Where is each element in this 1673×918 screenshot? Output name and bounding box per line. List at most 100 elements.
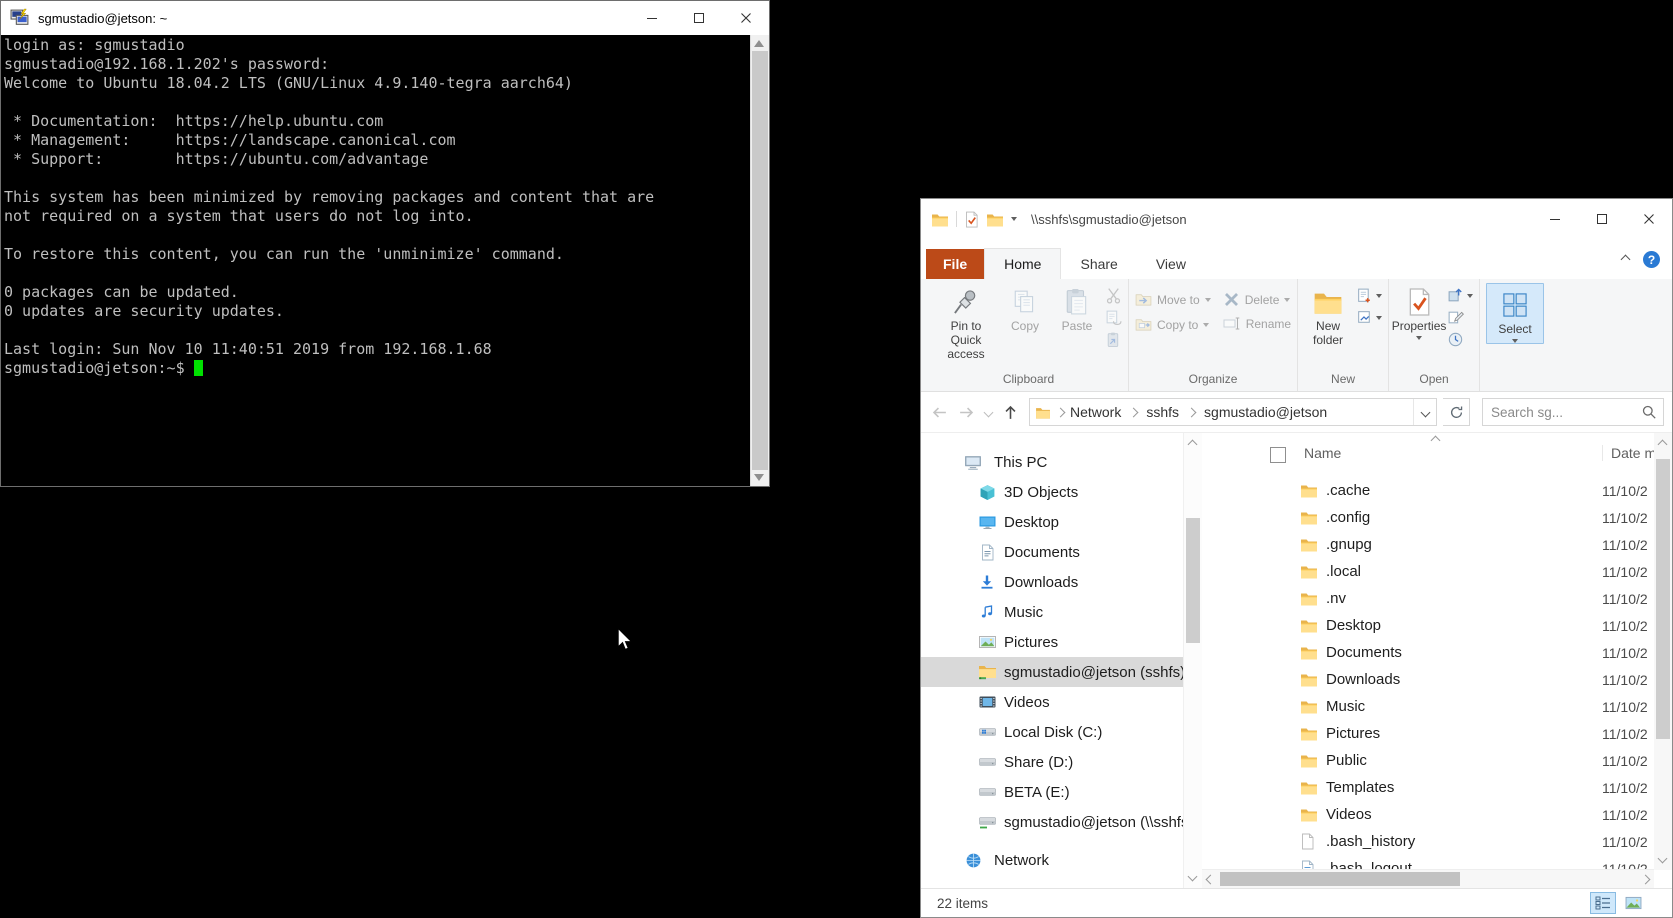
up-icon[interactable]	[1002, 404, 1019, 421]
qat-customize-icon[interactable]	[1011, 217, 1017, 221]
cut-icon[interactable]	[1105, 287, 1122, 304]
sidebar-item-local-disk-c[interactable]: Local Disk (C:)	[921, 717, 1183, 747]
file-list-vscrollbar[interactable]	[1654, 433, 1672, 870]
qat-new-folder-icon[interactable]	[986, 212, 1004, 227]
list-scroll-right-icon[interactable]	[1641, 875, 1651, 885]
ribbon: Pin to Quick access Copy Paste Clipboard	[921, 279, 1672, 392]
search-icon[interactable]	[1641, 404, 1657, 420]
file-row[interactable]: .bash_logout11/10/2	[1202, 855, 1654, 870]
history-icon[interactable]	[1447, 331, 1464, 348]
list-scroll-up-icon[interactable]	[1658, 440, 1668, 450]
easy-access-icon[interactable]	[1356, 309, 1373, 326]
tab-view[interactable]: View	[1137, 249, 1205, 279]
copy-to-button[interactable]: Copy to	[1135, 316, 1211, 333]
file-date-modified: 11/10/2	[1602, 564, 1648, 580]
file-row[interactable]: Documents11/10/2	[1202, 639, 1654, 666]
back-icon[interactable]	[931, 404, 948, 421]
breadcrumb-segment[interactable]: sgmustadio@jetson	[1204, 404, 1327, 420]
forward-icon[interactable]	[958, 404, 975, 421]
explorer-maximize-button[interactable]	[1578, 199, 1625, 239]
sidebar-item-sgmustadio-jetson-sshfs-z[interactable]: sgmustadio@jetson (\\sshfs) (Z:)	[921, 807, 1183, 837]
thumbnails-view-button[interactable]	[1620, 892, 1646, 914]
copy-button[interactable]: Copy	[1001, 283, 1049, 333]
terminal-scrollbar-thumb[interactable]	[752, 51, 768, 470]
terminal-output[interactable]: login as: sgmustadiosgmustadio@192.168.1…	[1, 35, 751, 486]
sidebar-item-beta-e[interactable]: BETA (E:)	[921, 777, 1183, 807]
file-row[interactable]: .config11/10/2	[1202, 504, 1654, 531]
paste-button[interactable]: Paste	[1053, 283, 1101, 333]
sidebar-item-network[interactable]: Network	[921, 845, 1183, 875]
select-all-checkbox[interactable]	[1270, 447, 1286, 463]
copy-path-icon[interactable]	[1105, 309, 1122, 326]
file-row[interactable]: .local11/10/2	[1202, 558, 1654, 585]
properties-button[interactable]: Properties	[1395, 283, 1443, 340]
breadcrumb-segment[interactable]: sshfs	[1146, 404, 1179, 420]
file-row[interactable]: .cache11/10/2	[1202, 477, 1654, 504]
file-row[interactable]: .nv11/10/2	[1202, 585, 1654, 612]
file-row[interactable]: Templates11/10/2	[1202, 774, 1654, 801]
breadcrumb-segment[interactable]: Network	[1070, 404, 1121, 420]
file-list-hscrollbar[interactable]	[1202, 869, 1654, 888]
pin-to-quick-access-button[interactable]: Pin to Quick access	[935, 283, 997, 361]
column-header-date-modified[interactable]: Date m	[1602, 445, 1659, 461]
file-row[interactable]: Downloads11/10/2	[1202, 666, 1654, 693]
file-list-hscrollbar-thumb[interactable]	[1220, 872, 1460, 886]
sidebar-item-sgmustadio-jetson-sshfs[interactable]: sgmustadio@jetson (sshfs)	[921, 657, 1183, 687]
new-item-icon[interactable]	[1356, 287, 1373, 304]
file-list-vscrollbar-thumb[interactable]	[1656, 459, 1670, 739]
scroll-up-icon[interactable]	[754, 40, 764, 47]
sidebar-item-pictures[interactable]: Pictures	[921, 627, 1183, 657]
new-folder-button[interactable]: New folder	[1304, 283, 1352, 347]
list-scroll-down-icon[interactable]	[1658, 854, 1668, 864]
tab-file[interactable]: File	[926, 249, 984, 279]
terminal-scrollbar[interactable]	[750, 35, 769, 486]
details-view-button[interactable]	[1590, 892, 1616, 914]
navigation-scrollbar[interactable]	[1183, 433, 1202, 888]
recent-locations-icon[interactable]	[984, 407, 994, 417]
rename-button[interactable]: Rename	[1223, 316, 1291, 331]
delete-button[interactable]: Delete	[1223, 291, 1291, 308]
column-header-name[interactable]: Name	[1304, 445, 1341, 461]
open-icon[interactable]	[1447, 287, 1464, 304]
paste-shortcut-icon[interactable]	[1105, 331, 1122, 348]
sidebar-item-videos[interactable]: Videos	[921, 687, 1183, 717]
file-row[interactable]: .gnupg11/10/2	[1202, 531, 1654, 558]
sidebar-item-downloads[interactable]: Downloads	[921, 567, 1183, 597]
sidebar-item-this-pc[interactable]: This PC	[921, 447, 1183, 477]
sidebar-item-desktop[interactable]: Desktop	[921, 507, 1183, 537]
list-scroll-left-icon[interactable]	[1206, 875, 1216, 885]
sidebar-item-3d-objects[interactable]: 3D Objects	[921, 477, 1183, 507]
sidebar-item-documents[interactable]: Documents	[921, 537, 1183, 567]
select-button[interactable]: Select	[1491, 286, 1539, 343]
explorer-close-button[interactable]	[1625, 199, 1672, 239]
collapse-ribbon-icon[interactable]	[1621, 255, 1631, 265]
file-row[interactable]: Public11/10/2	[1202, 747, 1654, 774]
nav-scroll-down-icon[interactable]	[1188, 872, 1198, 882]
nav-scroll-up-icon[interactable]	[1188, 440, 1198, 450]
scroll-down-icon[interactable]	[754, 474, 764, 481]
file-row[interactable]: Music11/10/2	[1202, 693, 1654, 720]
sidebar-item-share-d[interactable]: Share (D:)	[921, 747, 1183, 777]
network-icon	[963, 851, 983, 869]
file-row[interactable]: Desktop11/10/2	[1202, 612, 1654, 639]
sidebar-item-music[interactable]: Music	[921, 597, 1183, 627]
file-row[interactable]: Pictures11/10/2	[1202, 720, 1654, 747]
nav-scrollbar-thumb[interactable]	[1186, 518, 1200, 643]
address-bar[interactable]: Network sshfs sgmustadio@jetson	[1029, 398, 1437, 426]
move-to-button[interactable]: Move to	[1135, 291, 1211, 308]
refresh-button[interactable]	[1443, 398, 1470, 426]
putty-minimize-button[interactable]	[628, 1, 675, 35]
putty-maximize-button[interactable]	[675, 1, 722, 35]
edit-icon[interactable]	[1447, 309, 1464, 326]
search-box[interactable]	[1482, 398, 1664, 426]
putty-close-button[interactable]	[722, 1, 769, 35]
explorer-minimize-button[interactable]	[1531, 199, 1578, 239]
tab-share[interactable]: Share	[1061, 249, 1136, 279]
search-input[interactable]	[1489, 404, 1641, 421]
file-row[interactable]: .bash_history11/10/2	[1202, 828, 1654, 855]
tab-home[interactable]: Home	[984, 248, 1061, 279]
file-row[interactable]: Videos11/10/2	[1202, 801, 1654, 828]
address-dropdown-icon[interactable]	[1413, 399, 1436, 425]
qat-properties-icon[interactable]	[964, 211, 979, 228]
help-icon[interactable]: ?	[1643, 251, 1660, 268]
